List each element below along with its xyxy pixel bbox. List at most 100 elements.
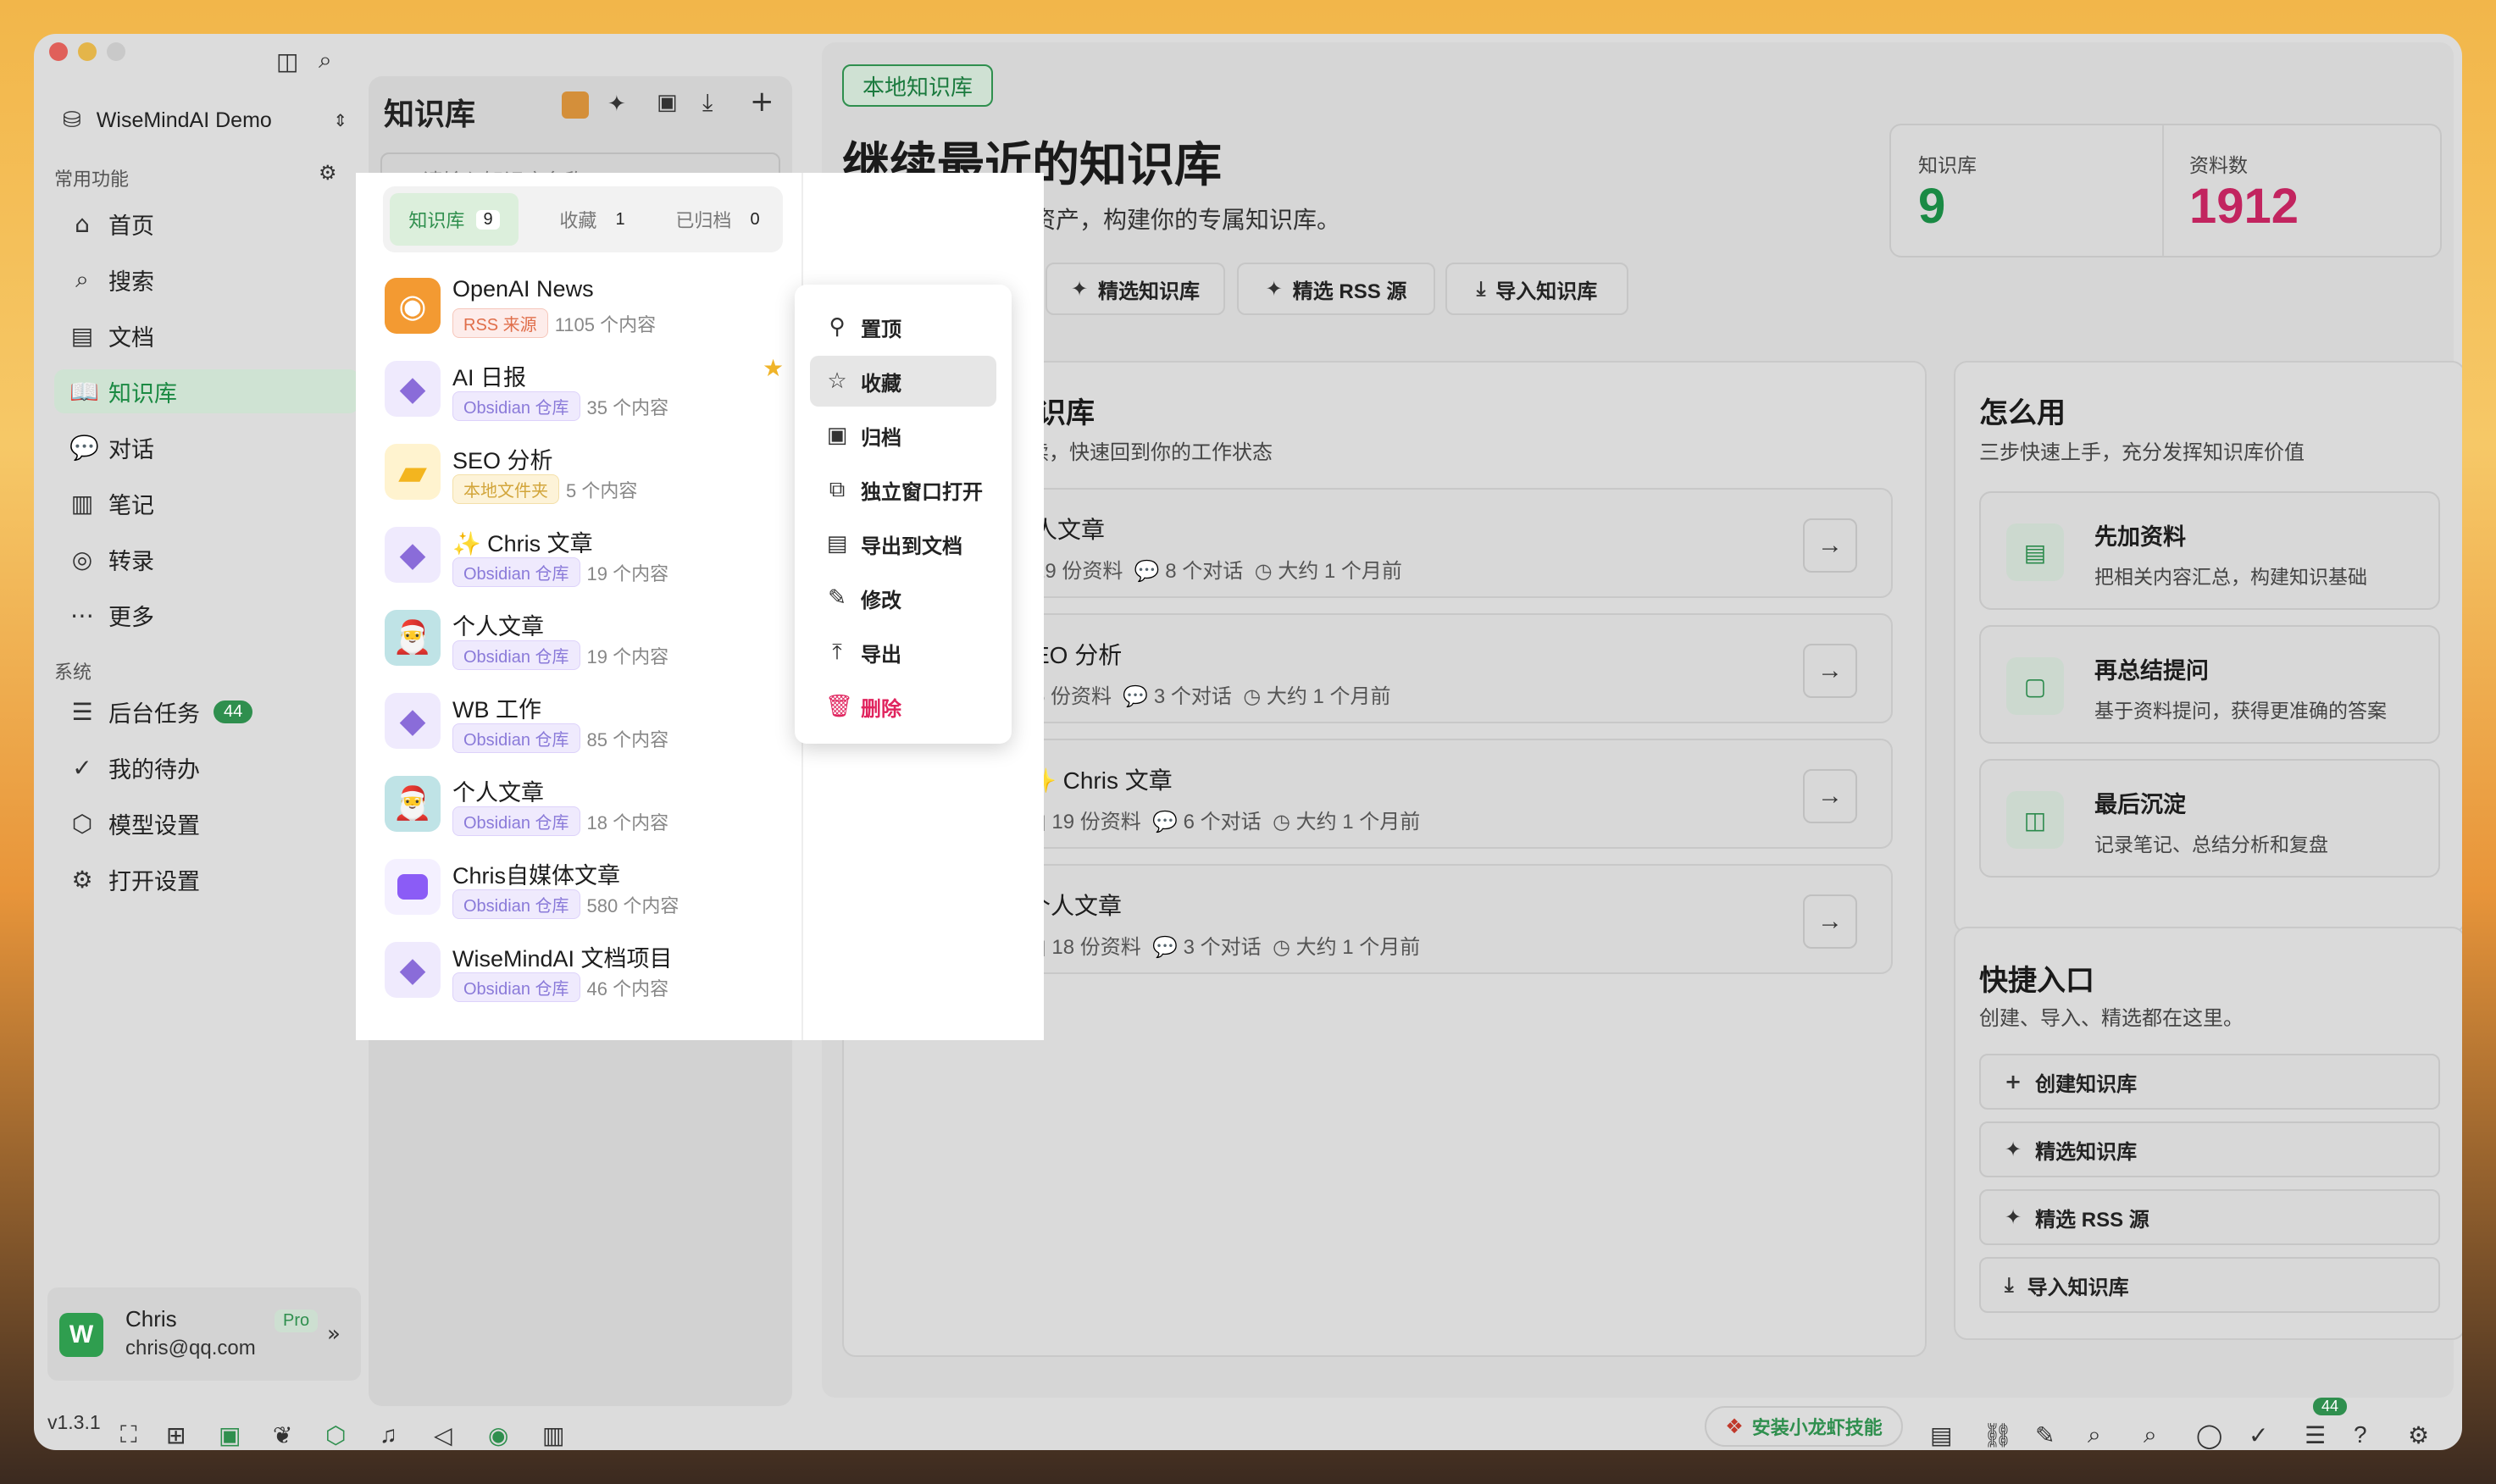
list-item[interactable]: ▰ SEO 分析 本地文件夹 5 个内容 bbox=[385, 437, 783, 510]
search-icon[interactable]: ⌕ bbox=[2144, 1421, 2157, 1449]
tab-knowledge[interactable]: 知识库 9 bbox=[390, 193, 519, 246]
gear-icon[interactable]: ⚙ bbox=[319, 161, 337, 185]
quick-featured-kb-button[interactable]: ✦ 精选知识库 bbox=[1979, 1121, 2440, 1177]
menu-item-pin[interactable]: ⚲ 置顶 bbox=[810, 302, 996, 352]
add-icon[interactable]: + bbox=[750, 85, 774, 119]
rss-icon[interactable] bbox=[562, 91, 589, 119]
tab-favorites[interactable]: 收藏 1 bbox=[537, 193, 647, 246]
terminal-icon[interactable]: ▣ bbox=[219, 1421, 241, 1449]
check-icon[interactable]: ✓ bbox=[2249, 1421, 2268, 1449]
search-icon[interactable]: ⌕ bbox=[319, 46, 332, 75]
chat-icon[interactable]: ◯ bbox=[2196, 1421, 2222, 1449]
recent-kb-card[interactable]: W ✨ Chris 文章 ▤ 19 份资料 💬 6 个对话 ◷ 大约 1 个月前… bbox=[907, 739, 1893, 849]
featured-rss-button[interactable]: ✦ 精选 RSS 源 bbox=[1237, 263, 1435, 315]
lobster-icon: ❖ bbox=[1725, 1415, 1744, 1438]
layout-icon[interactable]: ⊞ bbox=[166, 1421, 186, 1449]
recent-kb-card[interactable]: EO 分析 5 份资料 💬 3 个对话 ◷ 大约 1 个月前 → bbox=[907, 613, 1893, 723]
arrow-right-icon[interactable]: → bbox=[1803, 894, 1857, 949]
list-item[interactable]: 🎅 个人文章 Obsidian 仓库 19 个内容 bbox=[385, 603, 783, 676]
arrow-right-icon[interactable]: → bbox=[1803, 769, 1857, 823]
chevron-updown-icon: ⇕ bbox=[333, 110, 347, 130]
list-item[interactable]: ◉ OpenAI News RSS 来源 1105 个内容 bbox=[385, 271, 783, 344]
sparkle-icon[interactable]: ✦ bbox=[607, 91, 626, 117]
feather-icon[interactable]: ❦ bbox=[273, 1421, 292, 1449]
help-icon[interactable]: ? bbox=[2354, 1421, 2367, 1448]
list-item[interactable]: ◆ WiseMindAI 文档项目 Obsidian 仓库 46 个内容 bbox=[385, 935, 783, 1008]
list-icon: ☰ bbox=[71, 697, 93, 726]
menu-item-archive[interactable]: ▣ 归档 bbox=[810, 410, 996, 461]
pin-icon: ⚲ bbox=[829, 314, 846, 340]
howto-step: ▤ 先加资料 把相关内容汇总，构建知识基础 bbox=[1979, 491, 2440, 610]
sidebar-item-models[interactable]: ⬡ 模型设置 bbox=[54, 801, 359, 845]
list-item[interactable]: ◆ AI 日报 Obsidian 仓库 35 个内容 ★ bbox=[385, 354, 784, 427]
list-item[interactable]: ◆ ✨ Chris 文章 Obsidian 仓库 19 个内容 bbox=[385, 520, 783, 593]
recent-kb-title: ✨ Chris 文章 bbox=[1027, 767, 1173, 794]
sidebar-item-search[interactable]: ⌕ 搜索 bbox=[54, 257, 359, 302]
menu-item-open-window[interactable]: ⧉ 独立窗口打开 bbox=[810, 464, 996, 515]
book-icon: ◫ bbox=[2006, 791, 2064, 849]
plan-badge: Pro bbox=[275, 1310, 319, 1332]
quick-import-kb-button[interactable]: ⤓ 导入知识库 bbox=[1979, 1257, 2440, 1313]
list-item[interactable]: 🎅 个人文章 Obsidian 仓库 18 个内容 bbox=[385, 769, 783, 842]
howto-subtitle: 三步快速上手，充分发挥知识库价值 bbox=[1979, 441, 2305, 464]
fullscreen-icon[interactable]: ⛶ bbox=[120, 1421, 137, 1449]
sidebar-item-settings[interactable]: ⚙ 打开设置 bbox=[54, 857, 359, 901]
stats-card: 知识库 9 资料数 1912 bbox=[1889, 124, 2442, 257]
archive-icon[interactable]: ▣ bbox=[657, 90, 678, 115]
avatar: W bbox=[59, 1313, 103, 1357]
arrow-right-icon[interactable]: → bbox=[1803, 518, 1857, 573]
sidebar-item-more[interactable]: ⋯ 更多 bbox=[54, 593, 359, 637]
edit-icon[interactable]: ✎ bbox=[2035, 1421, 2055, 1449]
list-item[interactable]: ◆ WB 工作 Obsidian 仓库 85 个内容 bbox=[385, 686, 783, 759]
quick-featured-rss-button[interactable]: ✦ 精选 RSS 源 bbox=[1979, 1189, 2440, 1245]
download-icon[interactable]: ⤓ bbox=[702, 88, 713, 117]
chart-icon[interactable]: ▥ bbox=[542, 1421, 564, 1449]
tasks-icon[interactable]: ☰ bbox=[2305, 1421, 2326, 1449]
sidebar-toggle-icon[interactable]: ◫ bbox=[276, 47, 298, 75]
install-skill-button[interactable]: ❖ 安装小龙虾技能 bbox=[1705, 1406, 1903, 1447]
recent-kb-card[interactable]: 人文章 19 份资料 💬 8 个对话 ◷ 大约 1 个月前 → bbox=[907, 488, 1893, 598]
howto-step: ▢ 再总结提问 基于资料提问，获得更准确的答案 bbox=[1979, 625, 2440, 744]
menu-item-export[interactable]: ⤒ 导出 bbox=[810, 627, 996, 678]
sidebar-item-docs[interactable]: ▤ 文档 bbox=[54, 313, 359, 357]
tasks-badge: 44 bbox=[2313, 1398, 2348, 1415]
section-label-common: 常用功能 bbox=[54, 169, 130, 190]
stat-label-kb: 知识库 bbox=[1918, 154, 1977, 176]
menu-item-edit[interactable]: ✎ 修改 bbox=[810, 573, 996, 623]
menu-item-favorite[interactable]: ☆ 收藏 bbox=[810, 356, 996, 407]
sidebar-item-tasks[interactable]: ☰ 后台任务 44 bbox=[54, 689, 359, 734]
link-icon[interactable]: ⛓ bbox=[1983, 1421, 2013, 1449]
featured-kb-button[interactable]: ✦ 精选知识库 bbox=[1046, 263, 1225, 315]
bell-icon[interactable]: ♫ bbox=[380, 1421, 397, 1448]
import-kb-button[interactable]: ⤓ 导入知识库 bbox=[1445, 263, 1628, 315]
chevron-right-double-icon[interactable]: » bbox=[327, 1321, 341, 1347]
cube-icon[interactable]: ⬡ bbox=[325, 1421, 346, 1449]
menu-item-export-doc[interactable]: ▤ 导出到文档 bbox=[810, 518, 996, 569]
minimize-window-button[interactable] bbox=[78, 42, 97, 61]
sidebar-item-notes[interactable]: ▥ 笔记 bbox=[54, 481, 359, 525]
sidebar-item-chat[interactable]: 💬 对话 bbox=[54, 425, 359, 469]
quick-create-kb-button[interactable]: + 创建知识库 bbox=[1979, 1054, 2440, 1110]
zoom-window-button[interactable] bbox=[107, 42, 125, 61]
add-icon: + bbox=[2005, 1070, 2022, 1094]
close-window-button[interactable] bbox=[49, 42, 68, 61]
list-item[interactable]: Chris自媒体文章 Obsidian 仓库 580 个内容 bbox=[385, 852, 783, 925]
zoom-icon[interactable]: ⌕ bbox=[2088, 1421, 2101, 1449]
sidebar-item-home[interactable]: ⌂ 首页 bbox=[54, 202, 359, 246]
sidebar-item-transcribe[interactable]: ◎ 转录 bbox=[54, 537, 359, 581]
star-icon[interactable]: ★ bbox=[763, 354, 784, 382]
recent-kb-card[interactable]: 🎅 个人文章 ▤ 18 份资料 💬 3 个对话 ◷ 大约 1 个月前 → bbox=[907, 864, 1893, 974]
sidebar-item-knowledge[interactable]: 📖 知识库 bbox=[54, 369, 359, 413]
stat-divider bbox=[2162, 125, 2164, 256]
sidebar-item-todo[interactable]: ✓ 我的待办 bbox=[54, 745, 359, 789]
menu-item-delete[interactable]: 🗑 删除 bbox=[810, 681, 996, 732]
workspace-switcher[interactable]: ⛁ WiseMindAI Demo ⇕ bbox=[63, 100, 359, 141]
user-card[interactable]: W Chris chris@qq.com Pro » bbox=[47, 1287, 361, 1381]
document-icon: ▤ bbox=[70, 321, 94, 350]
arrow-right-icon[interactable]: → bbox=[1803, 644, 1857, 698]
megaphone-icon[interactable]: ◁ bbox=[434, 1421, 452, 1449]
gear-icon[interactable]: ⚙ bbox=[2408, 1421, 2429, 1449]
file-add-icon[interactable]: ▤ bbox=[1930, 1421, 1952, 1449]
palette-icon[interactable]: ◉ bbox=[488, 1421, 508, 1449]
tab-archived[interactable]: 已归档 0 bbox=[657, 193, 778, 246]
